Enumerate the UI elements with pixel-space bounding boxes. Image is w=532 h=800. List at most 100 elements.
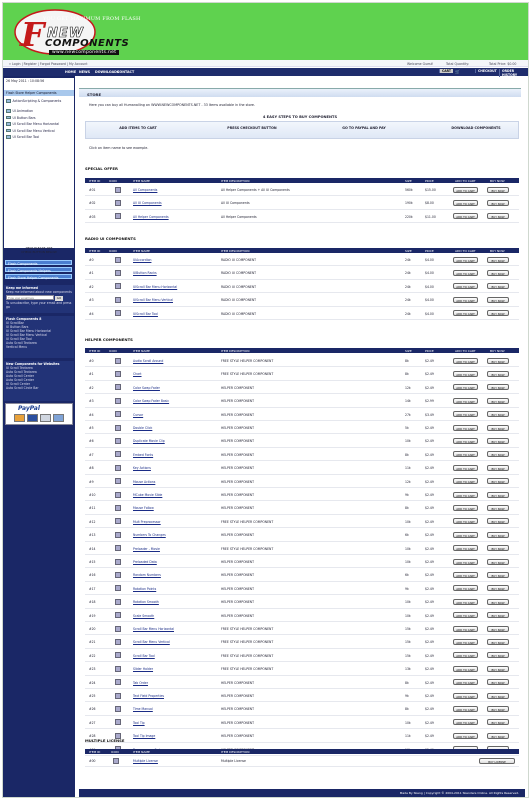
latest-item[interactable]: Vertical Menu (6, 345, 72, 349)
add-to-cart-button[interactable]: ADD TO CART (453, 638, 478, 645)
buy-now-button[interactable]: BUY NOW (487, 504, 509, 511)
item-name-link[interactable]: MCube Movie Slide (133, 493, 162, 497)
buy-now-button[interactable]: BUY NOW (487, 625, 509, 632)
add-to-cart-button[interactable]: ADD TO CART (453, 692, 478, 699)
add-to-cart-button[interactable]: ADD TO CART (453, 625, 478, 632)
buy-now-button[interactable]: BUY NOW (487, 186, 509, 193)
newsletter-email-input[interactable] (6, 295, 54, 300)
item-name-link[interactable]: Preloader - Movie (133, 547, 160, 551)
add-to-cart-button[interactable]: ADD TO CART (453, 370, 478, 377)
new-item[interactable]: Auto Scroll Circle Bar (6, 386, 72, 390)
add-to-cart-button[interactable]: ADD TO CART (453, 719, 478, 725)
item-name-link[interactable]: Scale Smooth (133, 614, 154, 618)
add-to-cart-button[interactable]: ADD TO CART (453, 199, 478, 206)
item-name-link[interactable]: Double Click (133, 426, 152, 430)
btn-flash-helpers[interactable]: Flash Components Helpers (5, 267, 72, 273)
item-name-link[interactable]: Numbers To Changes (133, 533, 166, 537)
add-to-cart-button[interactable]: ADD TO CART (453, 732, 478, 739)
add-to-cart-button[interactable]: ADD TO CART (453, 296, 478, 303)
nav-downloads[interactable]: DOWNLOADS (95, 70, 119, 74)
add-to-cart-button[interactable]: ADD TO CART (453, 518, 478, 524)
buy-now-button[interactable]: BUY NOW (487, 531, 509, 538)
buy-now-button[interactable]: BUY NOW (487, 357, 509, 364)
add-to-cart-button[interactable]: ADD TO CART (453, 256, 478, 263)
item-name-link[interactable]: All Components (133, 188, 157, 192)
add-to-cart-button[interactable]: ADD TO CART (453, 491, 478, 498)
item-name-link[interactable]: All UI Components (133, 201, 162, 205)
item-name-link[interactable]: Mult Preprocessor (133, 520, 161, 524)
item-name-link[interactable]: Duplicate Movie Clip (133, 439, 165, 443)
buy-now-button[interactable]: BUY NOW (487, 585, 509, 591)
add-to-cart-button[interactable]: ADD TO CART (453, 558, 478, 565)
add-to-cart-button[interactable]: ADD TO CART (453, 531, 478, 538)
add-to-cart-button[interactable]: ADD TO CART (453, 652, 478, 658)
buy-now-button[interactable]: BUY NOW (487, 705, 509, 712)
paypal-box[interactable]: PayPal (5, 403, 73, 425)
buy-now-button[interactable]: BUY NOW (487, 256, 509, 263)
buy-now-button[interactable]: BUY NOW (487, 478, 509, 484)
nav-home[interactable]: HOME (65, 70, 76, 74)
item-name-link[interactable]: Audio Scroll Around (133, 359, 163, 363)
buy-now-button[interactable]: BUY NOW (487, 719, 509, 725)
buy-now-button[interactable]: BUY NOW (487, 571, 509, 578)
buy-now-button[interactable]: BUY NOW (487, 612, 509, 618)
buy-now-button[interactable]: BUY NOW (487, 665, 509, 672)
add-to-cart-button[interactable]: ADD TO CART (453, 464, 478, 471)
nav-contact[interactable]: CONTACT (117, 70, 134, 74)
sidebar-item-actionscripting[interactable]: ActionScripting & Components (4, 98, 74, 106)
buy-now-button[interactable]: BUY NOW (487, 692, 509, 699)
add-to-cart-button[interactable]: ADD TO CART (453, 437, 478, 444)
add-to-cart-button[interactable]: ADD TO CART (453, 451, 478, 457)
add-to-cart-button[interactable]: ADD TO CART (453, 310, 478, 316)
buy-now-button[interactable]: BUY NOW (487, 397, 509, 404)
add-to-cart-button[interactable]: ADD TO CART (453, 186, 478, 193)
tab-store-helpers[interactable]: Flash Store Helper Components (4, 90, 74, 96)
buy-now-button[interactable]: BUY NOW (487, 370, 509, 377)
buy-now-button[interactable]: BUY NOW (487, 451, 509, 457)
add-to-cart-button[interactable]: ADD TO CART (453, 357, 478, 364)
item-name-link[interactable]: Random Numbers (133, 573, 161, 577)
add-to-cart-button[interactable]: ADD TO CART (453, 411, 478, 417)
item-name-link[interactable]: UIAccordion (133, 258, 151, 262)
buy-now-button[interactable]: BUY NOW (487, 269, 509, 276)
item-name-link[interactable]: Key Actions (133, 466, 151, 470)
item-name-link[interactable]: Preloaded Data (133, 560, 157, 564)
buy-now-button[interactable]: BUY NOW (487, 437, 509, 444)
buy-now-button[interactable]: BUY NOW (487, 518, 509, 524)
item-name-link[interactable]: Scroll Bar Menu Horizontal (133, 627, 174, 631)
add-to-cart-button[interactable]: ADD TO CART (453, 612, 478, 618)
sidebar-item-button-bars[interactable]: UI Button Bars (4, 115, 74, 121)
item-name-link[interactable]: Slider Holder (133, 667, 153, 671)
buy-now-button[interactable]: BUY NOW (487, 199, 509, 206)
add-to-cart-button[interactable]: ADD TO CART (453, 679, 478, 685)
license-link[interactable]: Multiple License (133, 759, 158, 763)
buy-now-button[interactable]: BUY NOW (487, 491, 509, 498)
nav-order-history[interactable]: ORDER HISTORY (499, 69, 528, 78)
add-to-cart-button[interactable]: ADD TO CART (453, 478, 478, 484)
item-name-link[interactable]: Mouse Actions (133, 480, 155, 484)
nav-cart[interactable]: CART (439, 69, 454, 74)
item-name-link[interactable]: Tool Tip Image (133, 734, 155, 738)
item-name-link[interactable]: Color Swap Fader (133, 386, 160, 390)
item-name-link[interactable]: Chart (133, 372, 142, 376)
item-name-link[interactable]: UIButton Racks (133, 271, 157, 275)
add-to-cart-button[interactable]: ADD TO CART (453, 705, 478, 712)
sidebar-item-menu-vertical[interactable]: UI Scroll Bar Menu Vertical (4, 128, 74, 134)
buy-now-button[interactable]: BUY NOW (487, 679, 509, 685)
buy-now-button[interactable]: BUY NOW (487, 464, 509, 471)
add-to-cart-button[interactable]: ADD TO CART (453, 585, 478, 591)
buy-now-button[interactable]: BUY NOW (487, 732, 509, 739)
item-name-link[interactable]: Scroll Bar Menu Vertical (133, 640, 170, 644)
buy-now-button[interactable]: BUY NOW (487, 545, 509, 551)
item-name-link[interactable]: Rotation Smooth (133, 600, 159, 604)
add-to-cart-button[interactable]: ADD TO CART (453, 283, 478, 289)
buy-now-button[interactable]: BUY NOW (487, 424, 509, 431)
btn-flash-components[interactable]: Flash Components (5, 260, 72, 266)
buy-now-button[interactable]: BUY NOW (487, 213, 509, 219)
sidebar-item-animation[interactable]: UI Animation (4, 108, 74, 114)
site-logo[interactable]: F NEW COMPONENTS lash www.newcomponents.… (7, 7, 137, 55)
add-to-cart-button[interactable]: ADD TO CART (453, 424, 478, 431)
add-to-cart-button[interactable]: ADD TO CART (453, 665, 478, 672)
buy-now-button[interactable]: BUY NOW (487, 598, 509, 605)
item-name-link[interactable]: All Helper Components (133, 215, 169, 219)
